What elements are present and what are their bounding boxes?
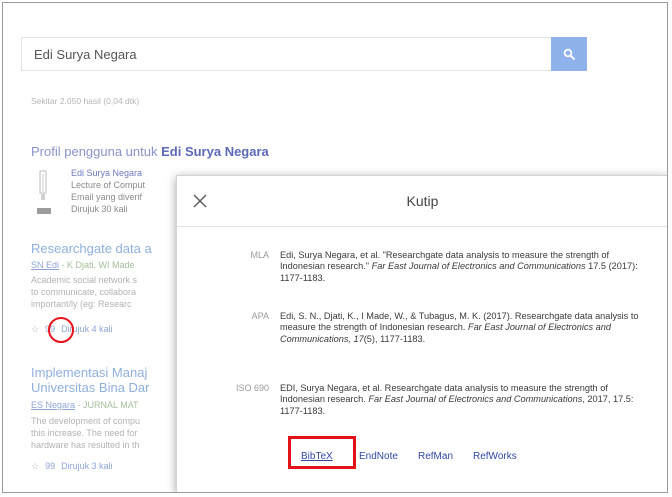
star-icon[interactable]: ☆ bbox=[31, 461, 39, 472]
citation-style-label: MLA bbox=[250, 250, 269, 260]
profile-heading[interactable]: Profil pengguna untuk Edi Surya Negara bbox=[31, 144, 269, 159]
profile-email: Email yang diverif bbox=[71, 192, 143, 202]
result-snippet-line: important/ly (eg: Researc bbox=[31, 299, 132, 309]
export-refman-link[interactable]: RefMan bbox=[418, 451, 453, 462]
profile-affiliation: Lecture of Comput bbox=[71, 180, 146, 190]
profile-avatar-icon bbox=[37, 170, 51, 214]
citation-style-label: APA bbox=[251, 311, 269, 321]
result-title-2[interactable]: Implementasi Manaj bbox=[31, 365, 147, 380]
profile-cited-by: Dirujuk 30 kali bbox=[71, 204, 128, 214]
citation-style-label: ISO 690 bbox=[235, 383, 269, 393]
result-authors-1: SN Edi - K Djati, WI Made bbox=[31, 260, 135, 270]
author-rest: - JURNAL MAT bbox=[75, 400, 139, 410]
export-endnote-link[interactable]: EndNote bbox=[359, 451, 398, 462]
profile-heading-prefix: Profil pengguna untuk bbox=[31, 144, 162, 159]
result-stats: Sekitar 2.050 hasil (0,04 dtk) bbox=[31, 96, 140, 106]
profile-heading-name: Edi Surya Negara bbox=[161, 144, 269, 159]
search-icon bbox=[563, 48, 575, 60]
search-button[interactable] bbox=[551, 37, 587, 71]
star-icon[interactable]: ☆ bbox=[31, 324, 39, 335]
citation-text[interactable]: Edi, S. N., Djati, K., I Made, W., & Tub… bbox=[280, 311, 645, 345]
result-title-2-cont[interactable]: Universitas Bina Dar bbox=[31, 380, 150, 395]
cite-highlight-circle bbox=[48, 317, 74, 343]
citation-text[interactable]: EDI, Surya Negara, et al. Researchgate d… bbox=[280, 383, 645, 417]
result-title-1[interactable]: Researchgate data a bbox=[31, 241, 152, 256]
screenshot-frame: Sekitar 2.050 hasil (0,04 dtk) Profil pe… bbox=[2, 2, 668, 493]
result-snippet-line: this increase. The need for bbox=[31, 428, 138, 438]
citation-text[interactable]: Edi, Surya Negara, et al. "Researchgate … bbox=[280, 250, 645, 284]
result-authors-2: ES Negara - JURNAL MAT bbox=[31, 400, 139, 410]
dialog-divider bbox=[177, 226, 667, 227]
profile-name-link[interactable]: Edi Surya Negara bbox=[71, 168, 142, 178]
search-input[interactable] bbox=[22, 38, 553, 70]
search-box[interactable] bbox=[21, 37, 553, 71]
result-snippet-line: hardware has resulted in th bbox=[31, 440, 140, 450]
cite-button[interactable]: 99 bbox=[45, 461, 55, 471]
cited-by-link[interactable]: Dirujuk 3 kali bbox=[61, 461, 113, 471]
result-snippet-line: to communicate, collabora bbox=[31, 287, 137, 297]
author-link[interactable]: ES Negara bbox=[31, 400, 75, 410]
author-rest: - K Djati, WI Made bbox=[59, 260, 135, 270]
export-refworks-link[interactable]: RefWorks bbox=[473, 451, 517, 462]
dialog-title: Kutip bbox=[406, 193, 439, 209]
bibtex-highlight-box bbox=[288, 436, 356, 469]
result-snippet-line: The development of compu bbox=[31, 416, 141, 426]
cite-dialog: Kutip MLA Edi, Surya Negara, et al. "Res… bbox=[176, 175, 667, 492]
author-link[interactable]: SN Edi bbox=[31, 260, 59, 270]
result-actions-2: ☆ 99 Dirujuk 3 kali bbox=[31, 461, 113, 472]
result-snippet-line: Academic social network s bbox=[31, 275, 138, 285]
